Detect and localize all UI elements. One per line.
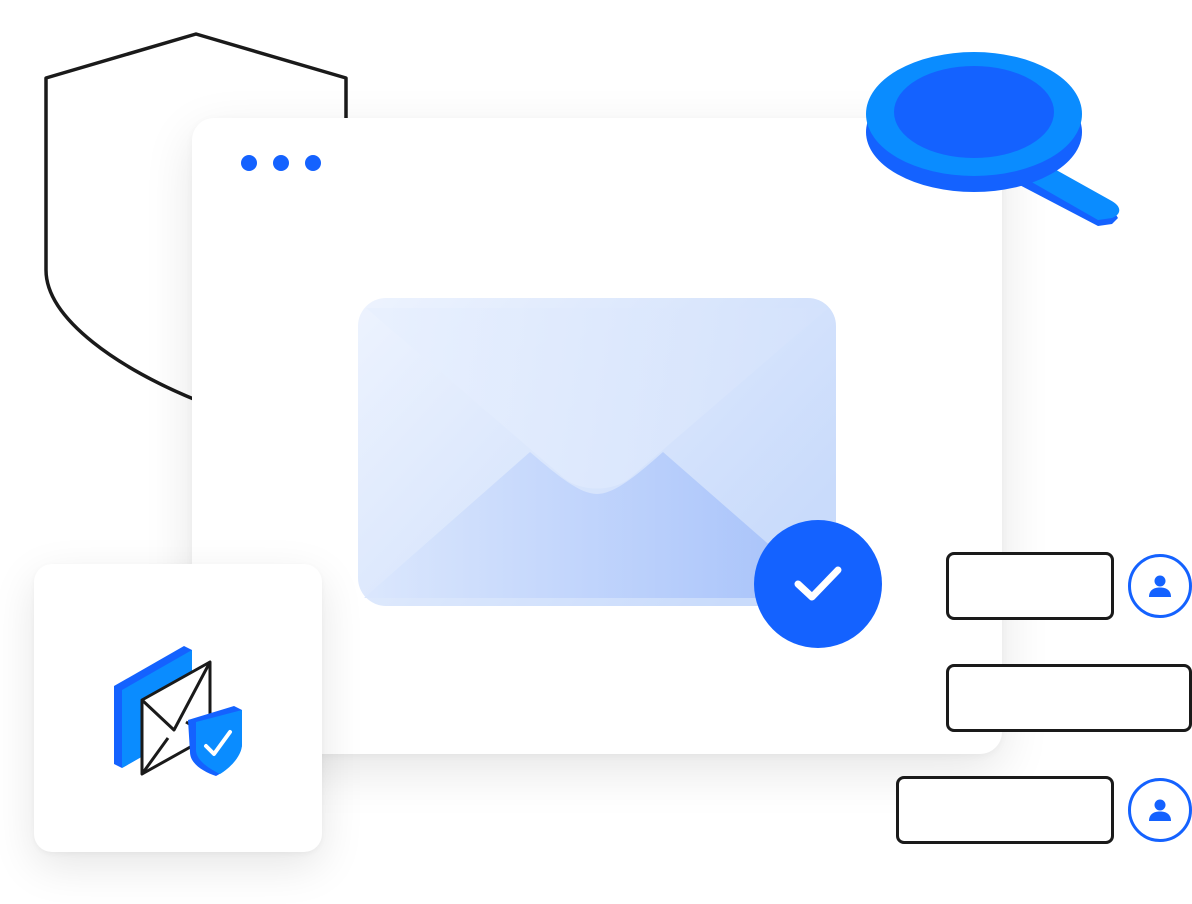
text-field[interactable] [946,664,1192,732]
user-avatar [1128,778,1192,842]
user-icon [1149,575,1171,597]
check-icon [794,566,842,601]
user-field[interactable] [946,552,1114,620]
user-icon [1149,799,1171,821]
magnifier-icon [866,52,1120,226]
secure-mail-card [34,564,322,852]
window-dot [241,155,257,171]
secure-mail-icon [114,646,242,776]
window-dot [305,155,321,171]
verified-badge [754,520,882,648]
user-field[interactable] [896,776,1114,844]
window-dot [273,155,289,171]
window-dots [241,155,321,173]
user-avatar [1128,554,1192,618]
